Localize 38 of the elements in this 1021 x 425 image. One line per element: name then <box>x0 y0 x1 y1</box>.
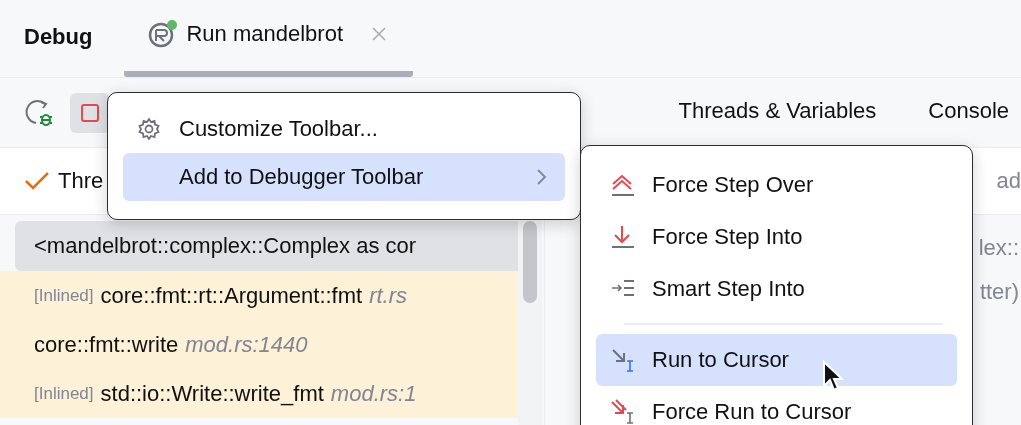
inlined-tag: [Inlined] <box>34 285 94 306</box>
menu-item[interactable]: Add to Debugger Toolbar <box>123 153 565 201</box>
menu-item[interactable]: Smart Step Into <box>596 263 957 315</box>
menu-item[interactable]: Force Step Into <box>596 211 957 263</box>
menu-item[interactable]: Force Step Over <box>596 159 957 211</box>
run-to-cursor-icon <box>610 347 636 373</box>
function-name: core::fmt::rt::Argument::fmt <box>100 282 363 309</box>
rust-icon <box>148 18 179 49</box>
tool-window-title: Debug <box>24 23 93 50</box>
menu-item[interactable]: Force Run to Cursor <box>596 386 957 425</box>
function-name: std::io::Write::write_fmt <box>100 380 324 407</box>
menu-item[interactable]: Run to Cursor <box>596 334 957 386</box>
menu-item[interactable]: Customize Toolbar... <box>123 105 565 153</box>
frame-row[interactable]: core::fmt::write mod.rs:1440 <box>0 320 518 369</box>
stop-button[interactable] <box>70 92 110 133</box>
function-name: <mandelbrot::complex::Complex as cor <box>34 233 417 259</box>
frame-row[interactable]: [Inlined] std::io::Write::write_fmt mod.rs:1 <box>0 369 518 418</box>
view-tab[interactable]: Console <box>928 92 1009 133</box>
variable-text: lex:: <box>978 235 1019 261</box>
frame-row[interactable]: <mandelbrot::complex::Complex as cor <box>15 221 518 271</box>
view-tab[interactable]: Threads & Variables <box>678 92 877 133</box>
function-name: core::fmt::write <box>34 331 179 358</box>
file-location: mod.rs:1440 <box>185 331 308 358</box>
step-into-icon <box>610 224 636 250</box>
settings-icon <box>137 117 161 141</box>
step-over-icon <box>610 172 636 198</box>
frame-row[interactable]: [Inlined] core::fmt::rt::Argument::fmt rt.rs <box>0 271 518 320</box>
file-location: mod.rs:1 <box>330 380 417 407</box>
scrollbar-thumb[interactable] <box>523 221 537 303</box>
file-location: rt.rs <box>369 282 408 309</box>
run-to-cursor-icon <box>610 399 636 425</box>
checkmark-icon[interactable] <box>24 170 50 192</box>
inlined-tag: [Inlined] <box>34 383 94 404</box>
filter-label[interactable]: Thre <box>58 168 104 194</box>
close-icon <box>371 25 387 42</box>
variable-text: tter) <box>979 279 1019 305</box>
hint-text: ad <box>996 168 1021 194</box>
scrollbar[interactable] <box>518 221 542 425</box>
